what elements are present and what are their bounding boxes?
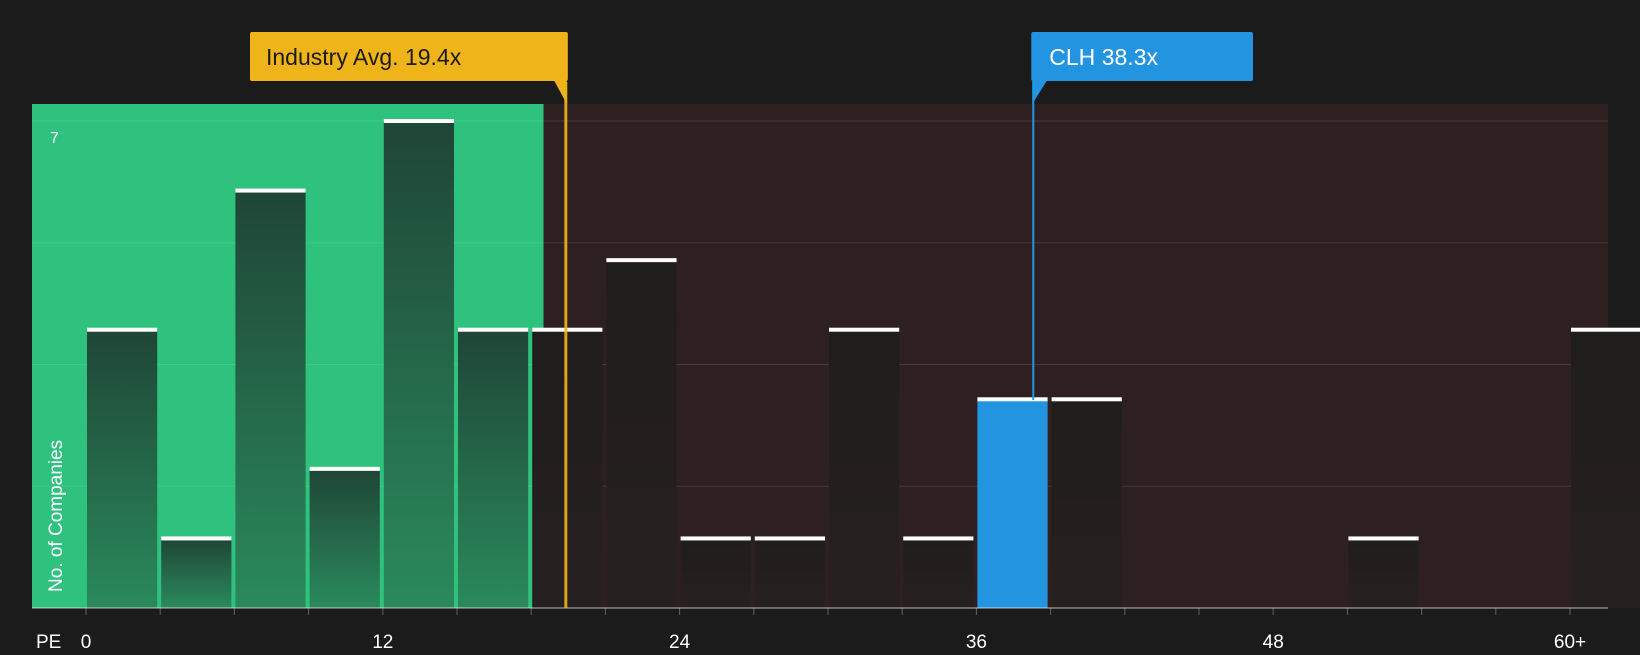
bar-cap bbox=[829, 327, 900, 332]
bar bbox=[235, 190, 306, 609]
y-axis-label: No. of Companies bbox=[46, 440, 67, 592]
bar bbox=[383, 121, 454, 608]
company-callout-pointer bbox=[1032, 80, 1048, 104]
bar bbox=[458, 329, 529, 608]
x-tick-label: 24 bbox=[669, 632, 691, 650]
bar bbox=[606, 260, 677, 608]
bar-cap bbox=[1348, 536, 1419, 541]
bar-cap bbox=[903, 536, 974, 541]
bar bbox=[1571, 329, 1640, 608]
x-axis-label: PE bbox=[36, 632, 61, 650]
industry-avg-label: Industry Avg. 19.4x bbox=[266, 44, 462, 70]
bar bbox=[1348, 538, 1419, 608]
bar bbox=[829, 329, 900, 608]
bar bbox=[87, 329, 158, 608]
bar-cap bbox=[309, 466, 380, 471]
pe-histogram-chart: 0 12 24 36 48 60+ 7 No. of Companies PE Indus… bbox=[32, 32, 1640, 653]
bar bbox=[1051, 399, 1122, 608]
x-tick-label: 60+ bbox=[1554, 632, 1586, 650]
y-tick-label: 7 bbox=[50, 130, 59, 147]
bar-cap bbox=[458, 327, 529, 332]
bar-cap bbox=[161, 536, 232, 541]
x-tick-label: 0 bbox=[81, 632, 92, 650]
bar-cap bbox=[383, 119, 454, 123]
bar bbox=[977, 399, 1048, 608]
bar-cap bbox=[1051, 397, 1122, 402]
x-tick-label: 48 bbox=[1263, 632, 1284, 650]
x-tick-label: 12 bbox=[372, 632, 393, 650]
bar bbox=[161, 538, 232, 608]
bar-cap bbox=[235, 188, 306, 193]
x-ticks: 0 12 24 36 48 60+ bbox=[81, 608, 1586, 653]
bar-cap bbox=[1571, 327, 1640, 332]
bar-cap bbox=[680, 536, 751, 541]
bar bbox=[903, 538, 974, 608]
bar-cap bbox=[606, 258, 677, 263]
company-label: CLH 38.3x bbox=[1049, 44, 1158, 70]
x-tick-label: 36 bbox=[966, 632, 987, 650]
bar bbox=[754, 538, 825, 608]
bar-cap bbox=[87, 327, 158, 332]
bar-cap bbox=[977, 397, 1048, 402]
bar bbox=[680, 538, 751, 608]
bar bbox=[309, 468, 380, 608]
bar-cap bbox=[754, 536, 825, 541]
